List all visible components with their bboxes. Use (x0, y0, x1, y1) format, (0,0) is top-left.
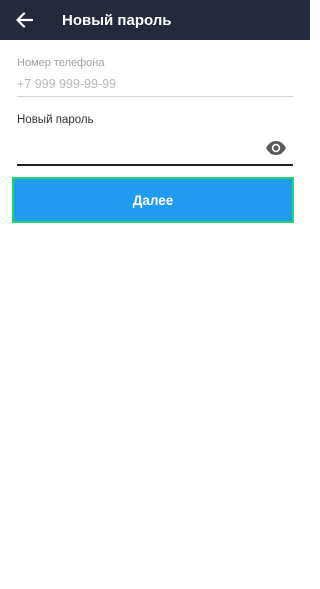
password-input[interactable] (17, 136, 257, 162)
arrow-left-icon (16, 12, 33, 28)
phone-value: +7 999 999-99-99 (17, 76, 293, 97)
page-title: Новый пароль (62, 11, 172, 29)
eye-icon[interactable] (265, 140, 287, 156)
back-button[interactable] (12, 8, 36, 32)
password-label: Новый пароль (17, 114, 94, 126)
password-input-row (17, 136, 293, 166)
app-header: Новый пароль (0, 0, 310, 40)
password-field: Новый пароль (17, 112, 293, 166)
phone-field: Номер телефона +7 999 999-99-99 (17, 56, 293, 97)
phone-label: Номер телефона (17, 57, 105, 69)
next-button[interactable]: Далее (12, 177, 294, 223)
